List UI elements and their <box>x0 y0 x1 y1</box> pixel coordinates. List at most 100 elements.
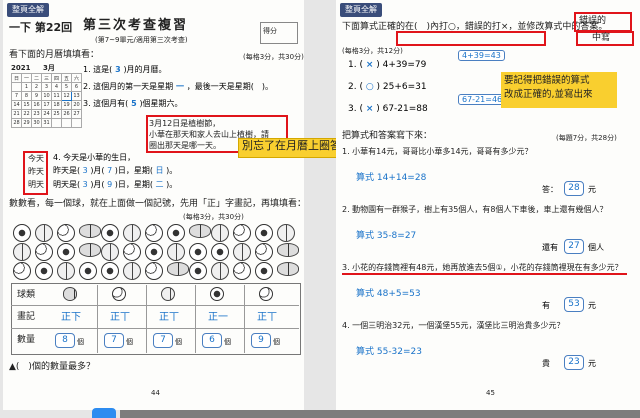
calendar-day <box>51 118 62 128</box>
calendar-day: 20 <box>71 100 82 110</box>
q1-line-text: 2. 這個月的第一天是星期 <box>83 82 174 91</box>
answer-box: 23 <box>564 355 584 370</box>
volley-ball-icon <box>112 287 126 301</box>
right-page: 整頁全解 下面算式正確的在( )內打○，錯誤的打×，並修改算式中的答案。 (每格… <box>336 0 640 410</box>
soccer-ball-icon <box>255 224 273 242</box>
answer-unit: 元 <box>588 185 596 194</box>
volley-ball-icon <box>123 243 141 261</box>
left-page: 整頁全解 一下 第22回 第三次考查複習 (第7~9單元/適用第三次考查) 得分… <box>3 0 304 410</box>
q1-line-text: 1. 這是( <box>83 65 113 74</box>
tally-count: 6 <box>202 333 222 348</box>
calendar-header-cell: 三 <box>41 73 52 83</box>
soccer-ball-icon <box>101 224 119 242</box>
calendar-header-cell: 四 <box>51 73 62 83</box>
q1-line-text: )個星期六。 <box>139 99 183 108</box>
q1-line-text: )月的月曆。 <box>123 65 167 74</box>
problem-text: 4. 一個三明治32元，一個漢堡55元，漢堡比三明治貴多少元？ <box>342 321 565 330</box>
q3-points: (每格3分，共12分) <box>342 47 403 55</box>
q3-index: 1. ( <box>348 60 366 70</box>
tally-unit: 個 <box>126 338 133 346</box>
tally-count: 9 <box>251 333 271 348</box>
problem: 2. 動物園有一群猴子，樹上有35個人，有8個人下車後，車上還有幾個人？ 算式 3… <box>342 204 634 262</box>
basket-ball-icon <box>123 224 141 242</box>
rugby-ball-icon <box>63 287 77 301</box>
volley-ball-icon <box>145 224 163 242</box>
q4-text: )。 <box>166 180 178 189</box>
calendar-header-cell: 二 <box>31 73 42 83</box>
taskbar-button[interactable] <box>92 408 116 418</box>
q4-text: )。 <box>166 166 178 175</box>
answer-prefix: 答： <box>542 185 558 194</box>
middle-label: 中寫 <box>592 33 611 43</box>
calendar-day: 9 <box>31 91 42 101</box>
rugby-ball-icon <box>277 262 299 276</box>
calendar-day <box>71 118 82 128</box>
tally-count: 8 <box>55 333 75 348</box>
basket-ball-icon <box>161 287 175 301</box>
calendar-day: 12 <box>61 91 72 101</box>
calendar-day: 4 <box>51 82 62 92</box>
calendar-day: 17 <box>41 100 52 110</box>
calendar-day: 21 <box>11 109 22 119</box>
answer-prefix: 貴 <box>542 359 550 368</box>
calendar-day: 19 <box>61 100 72 110</box>
page-tag: 整頁全解 <box>340 3 382 17</box>
yellow-annotation: 要記得把錯誤的算式 改成正確的,並寫出來 <box>501 72 617 108</box>
rugby-ball-icon <box>79 243 101 257</box>
tally-unit: 個 <box>175 338 182 346</box>
q1-answer: 3 <box>112 65 124 74</box>
soccer-ball-icon <box>145 243 163 261</box>
q4-points: (每題7分，共28分) <box>556 134 617 142</box>
q4-text: )月( <box>90 180 105 189</box>
page-number: 45 <box>486 389 495 397</box>
calendar-day <box>11 82 22 92</box>
tally-row-label: 畫記 <box>17 312 36 322</box>
calendar-day: 8 <box>21 91 32 101</box>
problem: 4. 一個三明治32元，一個漢堡55元，漢堡比三明治貴多少元？ 算式 55-32=… <box>342 320 634 378</box>
calendar-header-cell: 一 <box>21 73 32 83</box>
calendar-header-cell: 日 <box>11 73 22 83</box>
q4-lines: 4. 今天是小華的生日， 昨天是( 3 )月( 7 )日，星期( 日 )。 明天是(… <box>53 152 293 193</box>
basket-ball-icon <box>233 243 251 261</box>
tally-columns: 正下 8 個正丅 7 個正丅 7 個正一 6 個正丅 9 個 <box>51 285 297 353</box>
q4-answer: 日 <box>153 166 167 175</box>
score-box <box>260 22 298 44</box>
column-divider <box>146 285 147 353</box>
tally-mark: 正丅 <box>110 312 130 323</box>
q1-line: 2. 這個月的第一天是星期 一 ，最後一天是星期( )。 <box>83 81 283 98</box>
problem-formula: 算式 55-32=23 <box>356 347 423 357</box>
calendar-day: 26 <box>61 109 72 119</box>
q4-answer: 二 <box>153 180 167 189</box>
calendar-day: 27 <box>71 109 82 119</box>
soccer-ball-icon <box>210 287 224 301</box>
calendar-day: 28 <box>11 118 22 128</box>
soccer-ball-icon <box>79 262 97 280</box>
calendar-day: 31 <box>41 118 52 128</box>
problem-formula: 算式 35-8=27 <box>356 231 417 241</box>
soccer-ball-icon <box>101 262 119 280</box>
calendar-day: 2 <box>31 82 42 92</box>
calendar-day: 25 <box>51 109 62 119</box>
calendar-day: 7 <box>11 91 22 101</box>
calendar-day: 6 <box>71 82 82 92</box>
rugby-ball-icon <box>189 224 211 238</box>
volley-ball-icon <box>13 262 31 280</box>
q3-index: 3. ( <box>348 104 366 114</box>
q4-answer: 9 <box>104 180 115 189</box>
highlight-box <box>396 31 546 46</box>
calendar-header-cell: 五 <box>61 73 72 83</box>
calendar-day: 11 <box>51 91 62 101</box>
problem-formula: 算式 14+14=28 <box>356 173 427 183</box>
basket-ball-icon <box>277 224 295 242</box>
calendar-day: 29 <box>21 118 32 128</box>
volley-ball-icon <box>233 224 251 242</box>
q4-label-today: 今天 <box>28 154 44 163</box>
q1-instruction: 看下面的月曆填填看： <box>9 50 100 60</box>
tally-unit: 個 <box>224 338 231 346</box>
page-tag: 整頁全解 <box>7 3 49 17</box>
q1-lines: 1. 這是( 3 )月的月曆。 2. 這個月的第一天是星期 一 ，最後一天是星期(… <box>83 64 283 115</box>
basket-ball-icon <box>123 262 141 280</box>
q1-line: 3. 這個月有( 5 )個星期六。 <box>83 98 283 115</box>
answer-prefix: 還有 <box>542 243 558 252</box>
answer-prefix: 有 <box>542 301 550 310</box>
